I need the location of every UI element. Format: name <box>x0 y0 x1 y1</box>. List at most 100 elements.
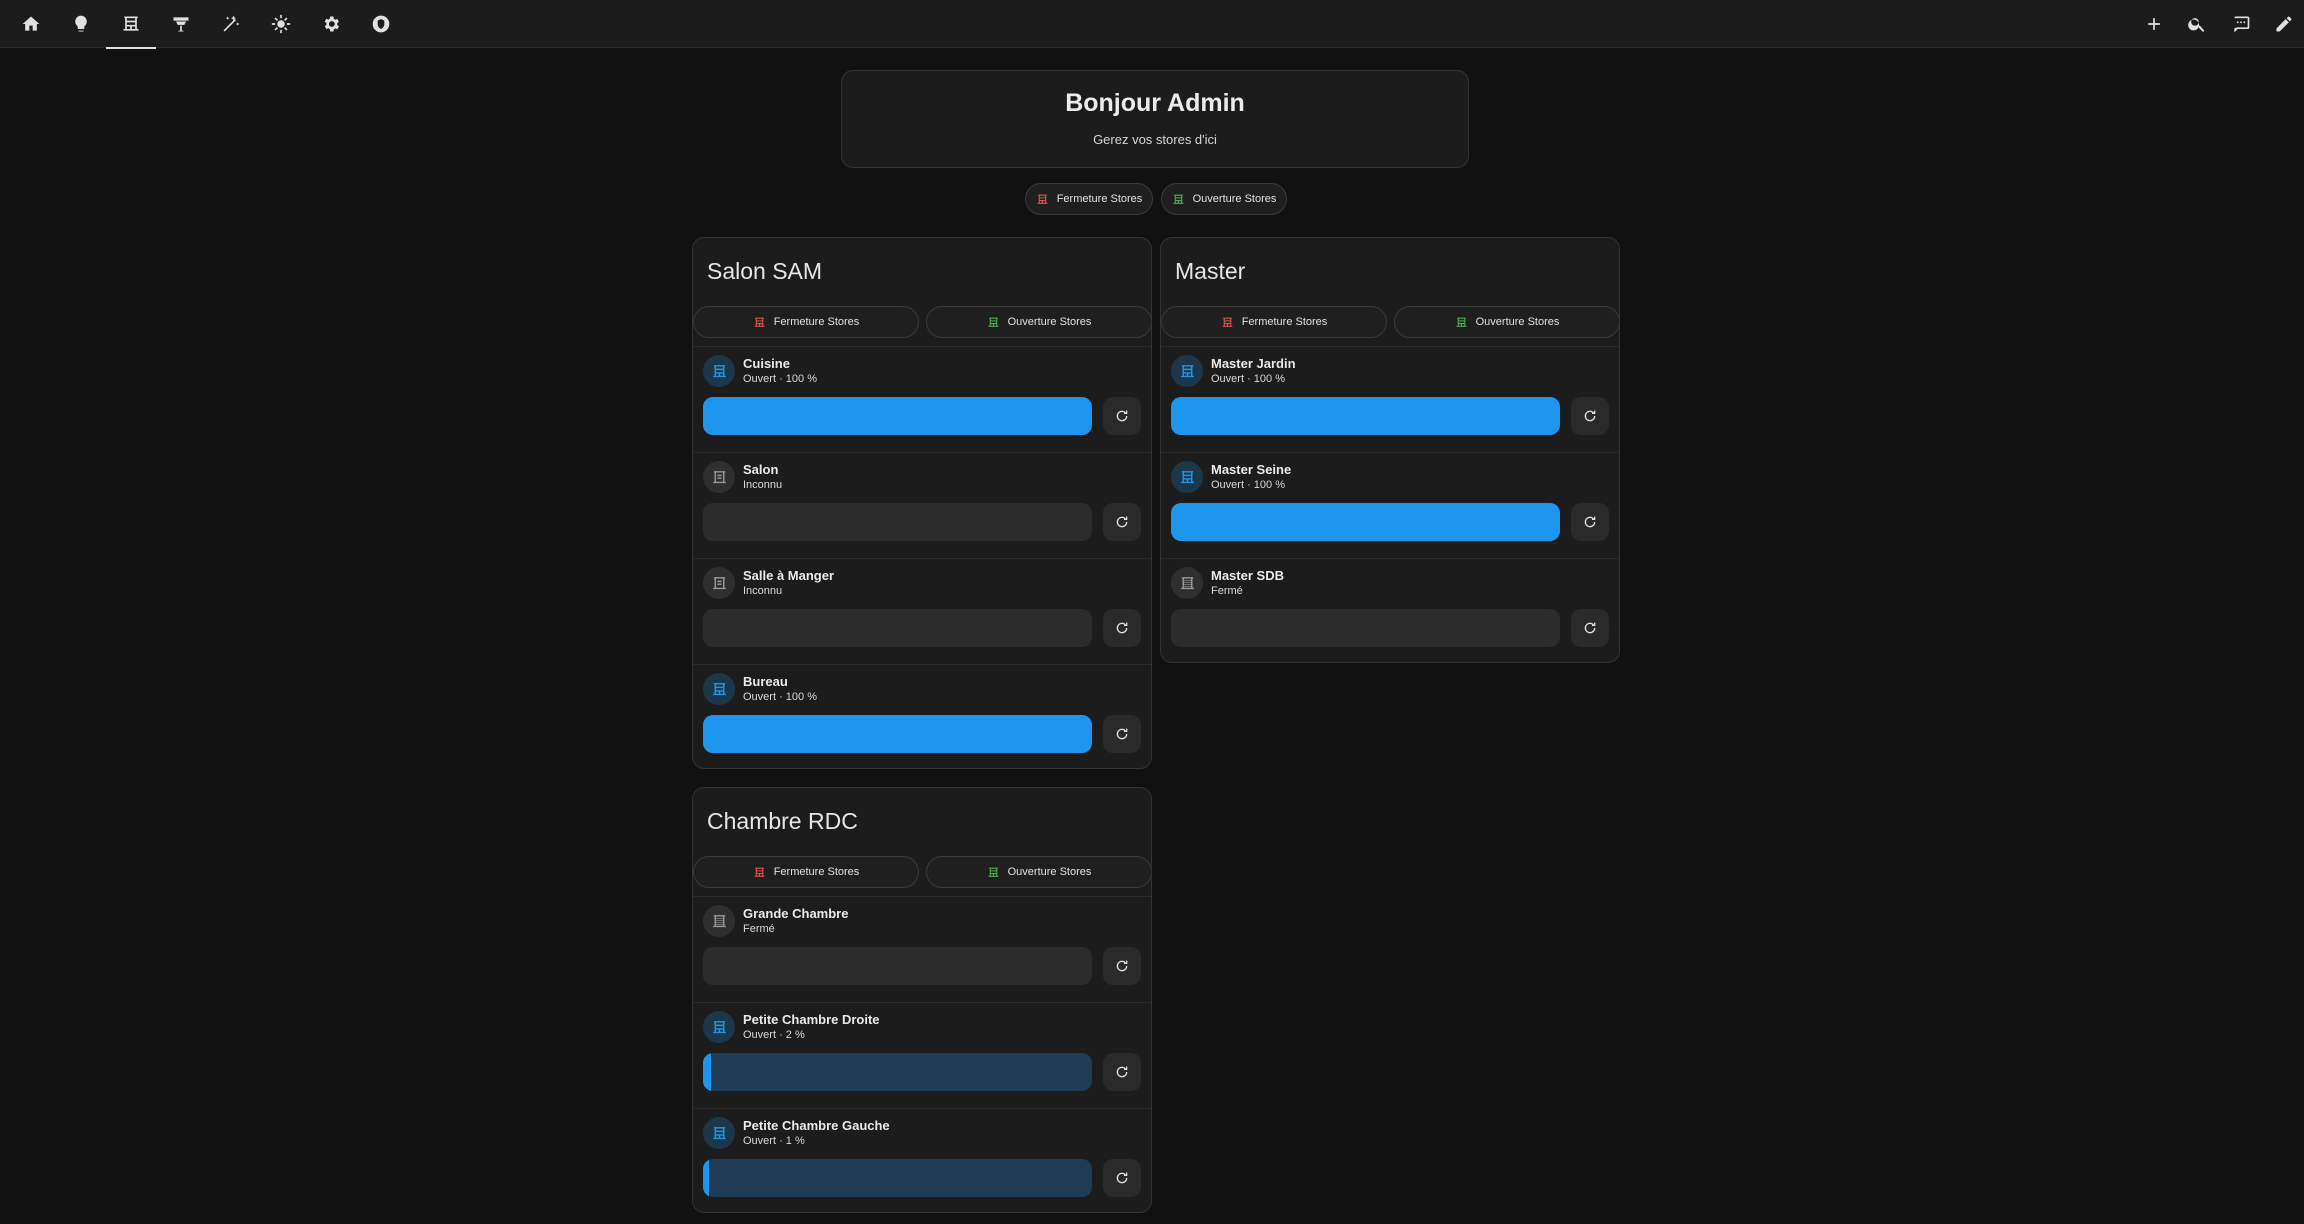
ceiling-light-icon <box>173 17 189 32</box>
room-title: Chambre RDC <box>707 808 858 834</box>
blinds-closed-icon <box>754 317 765 327</box>
cover-state: Ouvert · 1 % <box>743 1135 805 1147</box>
cover-position-slider[interactable] <box>703 1159 1092 1197</box>
blinds-open-icon <box>988 317 998 327</box>
cover-name: Salle à Manger <box>743 568 835 583</box>
open-stores-label: Ouverture Stores <box>1007 316 1092 328</box>
global-close-stores-button[interactable]: Fermeture Stores <box>1025 183 1153 215</box>
cover-toggle-button[interactable] <box>1103 715 1141 753</box>
global-close-stores-label: Fermeture Stores <box>1056 193 1143 205</box>
cover-position-fill <box>703 397 1092 435</box>
blinds-closed-icon <box>1180 576 1194 589</box>
cover-toggle-button[interactable] <box>1571 503 1609 541</box>
cover-state: Ouvert · 100 % <box>743 373 817 385</box>
welcome-card: Bonjour Admin Gerez vos stores d'ici <box>841 70 1469 168</box>
cover-icon-badge[interactable] <box>703 1117 735 1149</box>
cover-row: Grande Chambre Fermé <box>693 896 1151 1002</box>
cover-position-slider[interactable] <box>703 1053 1092 1091</box>
open-stores-button[interactable]: Ouverture Stores <box>926 306 1151 338</box>
cover-row: Salle à Manger Inconnu <box>693 558 1151 664</box>
tab-settings[interactable] <box>306 0 356 48</box>
cover-position-slider[interactable] <box>1171 609 1560 647</box>
cover-position-slider[interactable] <box>703 715 1092 753</box>
cover-state: Ouvert · 100 % <box>1211 479 1285 491</box>
welcome-title: Bonjour Admin <box>1065 89 1245 117</box>
cover-icon-badge[interactable] <box>703 567 735 599</box>
room-card: Salon SAM Fermeture Stores Ouverture Store… <box>692 237 1152 769</box>
room-title: Master <box>1175 258 1246 284</box>
cover-icon-badge[interactable] <box>703 355 735 387</box>
tab-sun[interactable] <box>256 0 306 48</box>
refresh-icon <box>1584 516 1596 528</box>
cover-toggle-button[interactable] <box>1103 609 1141 647</box>
blinds-unknown-icon <box>712 576 726 589</box>
cover-icon-badge[interactable] <box>703 461 735 493</box>
global-open-stores-button[interactable]: Ouverture Stores <box>1161 183 1287 215</box>
cover-position-slider[interactable] <box>703 609 1092 647</box>
tab-security[interactable] <box>356 0 406 48</box>
tab-ceiling-lights[interactable] <box>156 0 206 48</box>
close-stores-button[interactable]: Fermeture Stores <box>693 306 919 338</box>
cover-toggle-button[interactable] <box>1103 1053 1141 1091</box>
cover-icon-badge[interactable] <box>703 673 735 705</box>
cover-icon-badge[interactable] <box>1171 567 1203 599</box>
cover-state: Inconnu <box>743 585 783 597</box>
blinds-open-icon <box>1456 317 1466 327</box>
cover-name: Master Jardin <box>1211 356 1296 371</box>
add-button[interactable] <box>2134 0 2174 48</box>
cover-name: Petite Chambre Gauche <box>743 1118 890 1133</box>
cover-position-slider[interactable] <box>703 947 1092 985</box>
close-stores-label: Fermeture Stores <box>773 316 860 328</box>
gear-icon <box>324 16 339 32</box>
blinds-closed-icon <box>1222 317 1233 327</box>
cover-icon-badge[interactable] <box>1171 355 1203 387</box>
cover-position-slider[interactable] <box>703 503 1092 541</box>
cover-icon-badge[interactable] <box>1171 461 1203 493</box>
cover-state: Fermé <box>1211 585 1243 597</box>
blinds-open-icon <box>1180 364 1194 377</box>
edit-dashboard-button[interactable] <box>2264 0 2304 48</box>
tab-blinds[interactable] <box>106 0 156 49</box>
cover-toggle-button[interactable] <box>1571 397 1609 435</box>
tab-lights[interactable] <box>56 0 106 48</box>
cover-state: Ouvert · 100 % <box>743 691 817 703</box>
refresh-icon <box>1116 960 1128 972</box>
tab-scenes[interactable] <box>206 0 256 48</box>
chat-icon <box>2234 16 2250 33</box>
close-stores-button[interactable]: Fermeture Stores <box>1161 306 1387 338</box>
tab-home[interactable] <box>6 0 56 48</box>
open-stores-label: Ouverture Stores <box>1475 316 1560 328</box>
blinds-closed-icon <box>754 867 765 877</box>
open-stores-button[interactable]: Ouverture Stores <box>1394 306 1619 338</box>
cover-name: Petite Chambre Droite <box>743 1012 880 1027</box>
cover-toggle-button[interactable] <box>1103 397 1141 435</box>
open-stores-label: Ouverture Stores <box>1007 866 1092 878</box>
cover-position-slider[interactable] <box>1171 397 1560 435</box>
search-button[interactable] <box>2177 0 2217 48</box>
close-stores-button[interactable]: Fermeture Stores <box>693 856 919 888</box>
blinds-open-icon <box>712 364 726 377</box>
cover-position-slider[interactable] <box>703 397 1092 435</box>
magic-wand-icon <box>223 15 240 32</box>
cover-icon-badge[interactable] <box>703 1011 735 1043</box>
cover-position-fill <box>703 715 1092 753</box>
blinds-open-icon <box>712 1020 726 1033</box>
assist-button[interactable] <box>2221 0 2261 48</box>
cover-row: Petite Chambre Droite Ouvert · 2 % <box>693 1002 1151 1108</box>
cover-position-fill <box>703 1159 710 1197</box>
blinds-closed-icon <box>1037 194 1048 204</box>
cover-icon-badge[interactable] <box>703 905 735 937</box>
lightbulb-icon <box>75 15 87 32</box>
cover-toggle-button[interactable] <box>1103 1159 1141 1197</box>
refresh-icon <box>1116 728 1128 740</box>
refresh-icon <box>1116 516 1128 528</box>
shield-icon <box>372 15 390 33</box>
blinds-open-icon <box>1173 194 1183 204</box>
cover-toggle-button[interactable] <box>1103 947 1141 985</box>
cover-toggle-button[interactable] <box>1103 503 1141 541</box>
blinds-closed-icon <box>712 914 726 927</box>
cover-position-slider[interactable] <box>1171 503 1560 541</box>
cover-toggle-button[interactable] <box>1571 609 1609 647</box>
open-stores-button[interactable]: Ouverture Stores <box>926 856 1151 888</box>
blinds-open-icon <box>1180 470 1194 483</box>
